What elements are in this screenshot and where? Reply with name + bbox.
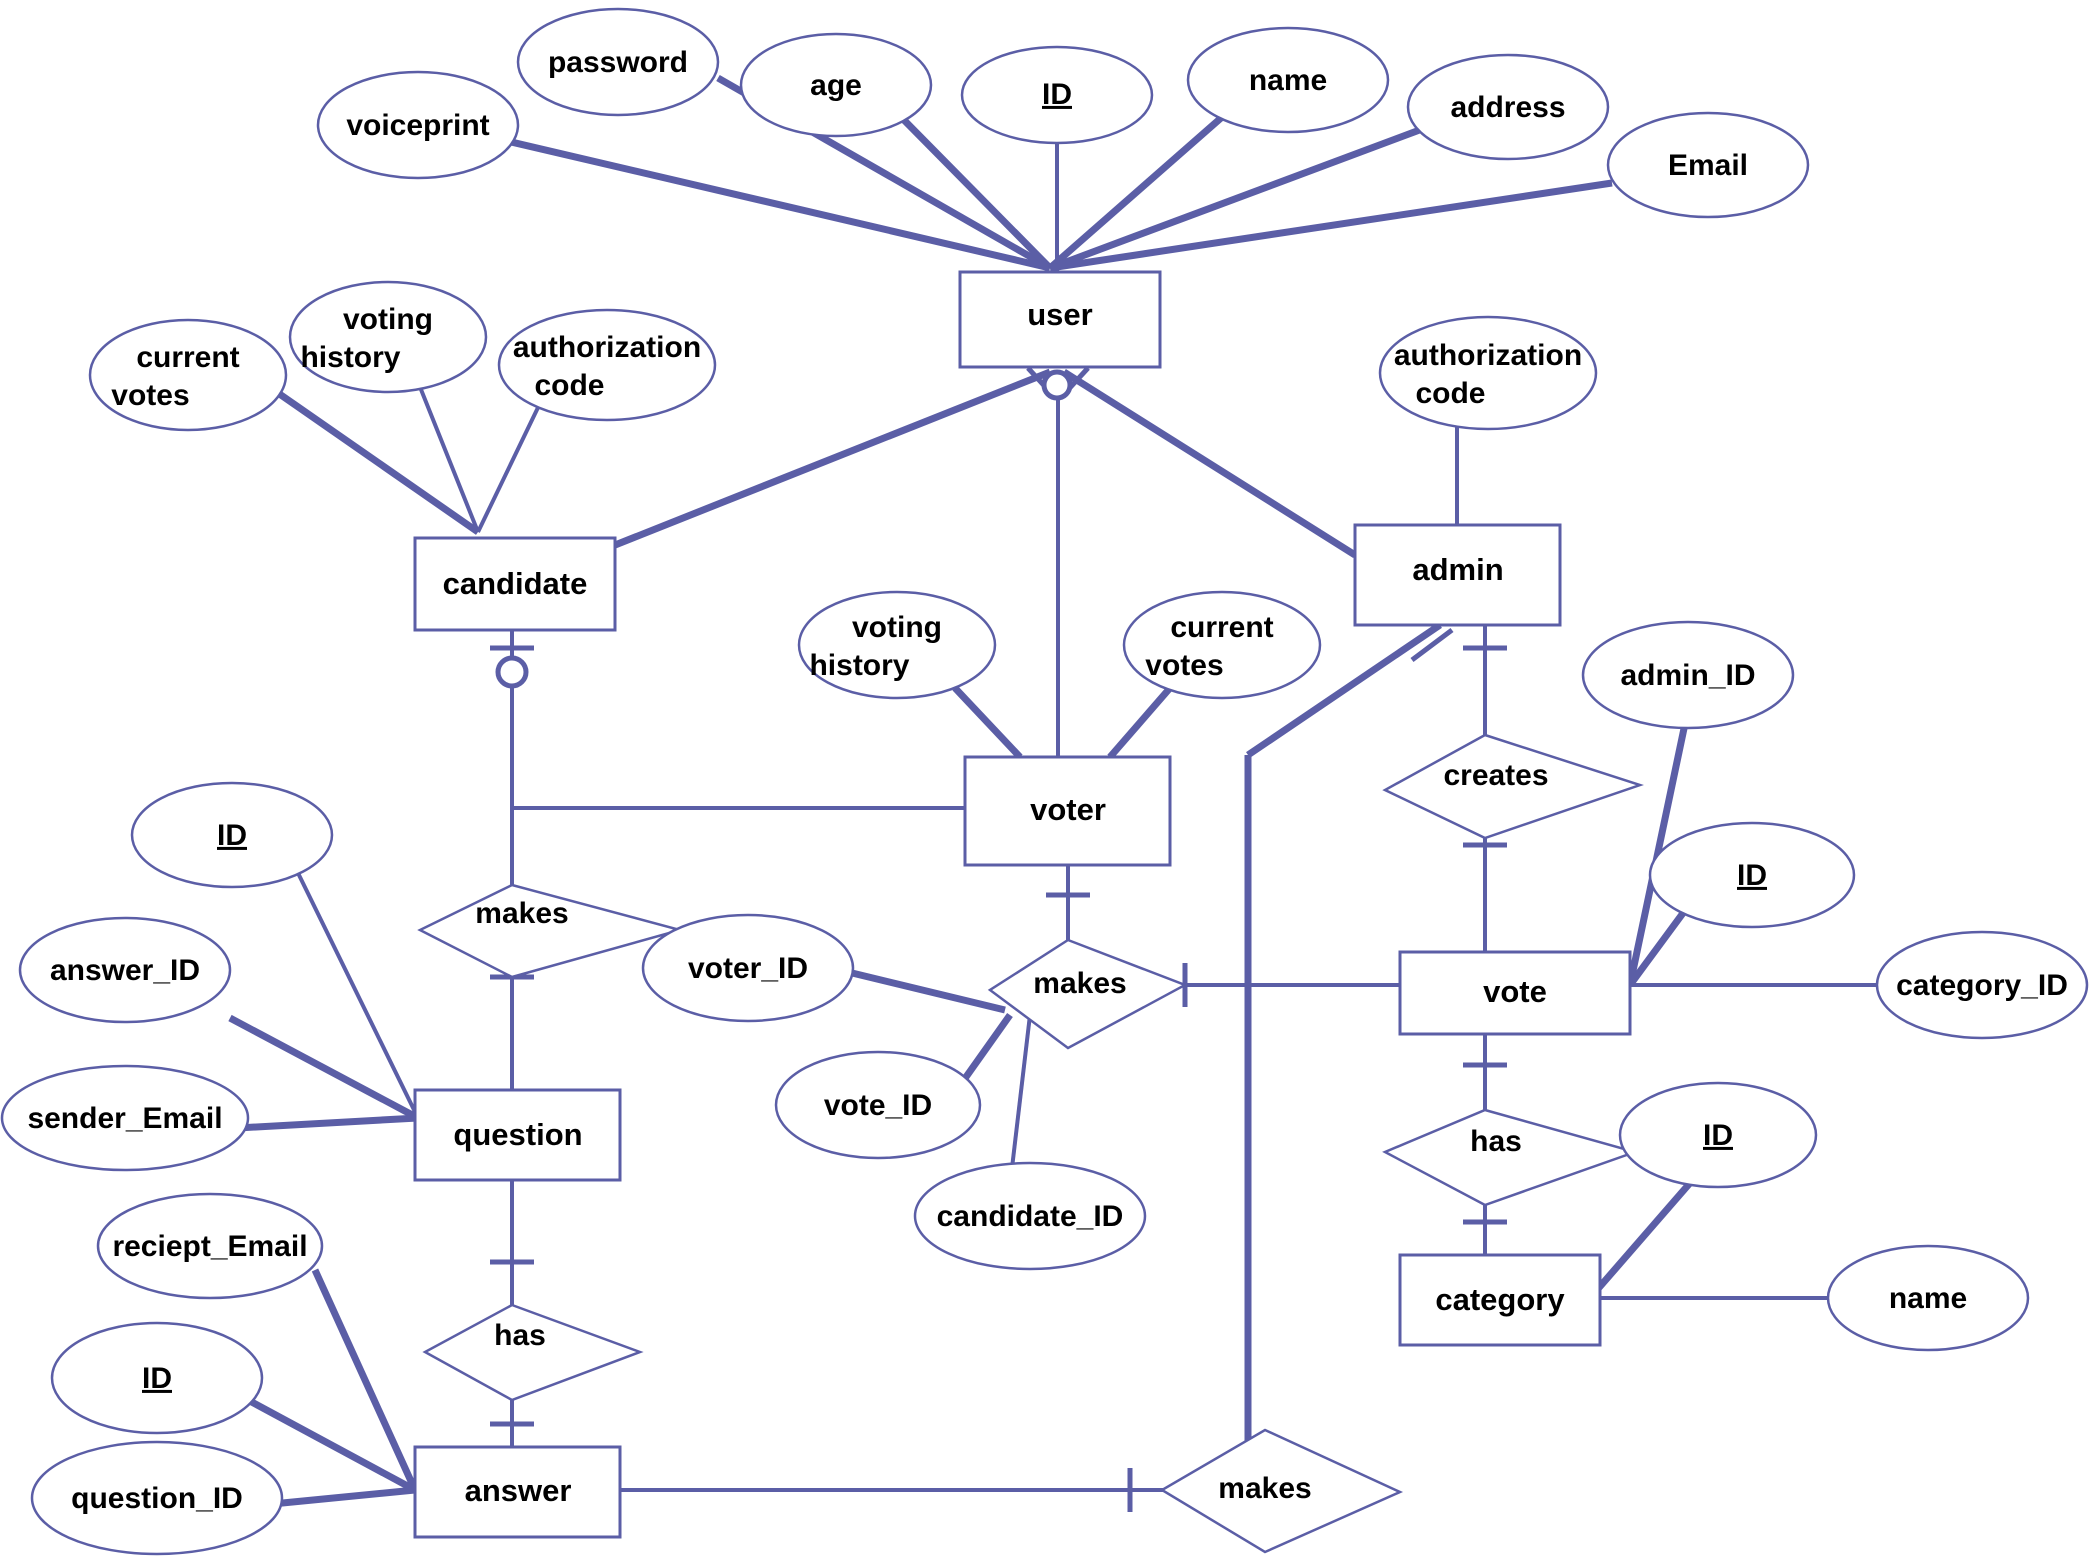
relationship-creates-label: creates: [1443, 759, 1548, 792]
attribute-makes-vote-id-label: vote_ID: [824, 1089, 932, 1122]
entity-admin-label: admin: [1412, 552, 1503, 587]
attribute-vote-category-id[interactable]: category_ID: [1875, 930, 2089, 1040]
attribute-answer-reciept-email[interactable]: reciept_Email: [96, 1192, 324, 1300]
attribute-makes-candidate-id[interactable]: candidate_ID: [913, 1161, 1147, 1271]
attribute-vote-id[interactable]: ID: [1648, 821, 1856, 929]
link-user-admin: [1062, 369, 1357, 558]
link-answer-question-id: [261, 1486, 416, 1509]
attribute-user-name-label: name: [1249, 64, 1327, 97]
attribute-user-address-label: address: [1450, 91, 1565, 124]
attribute-makes-vote-id[interactable]: vote_ID: [774, 1050, 982, 1160]
er-diagram-svg: user candidate voter admin question answ: [0, 7, 2089, 1556]
attribute-user-id-label: ID: [1042, 78, 1072, 111]
attribute-vote-admin-id-label: admin_ID: [1620, 659, 1755, 692]
attribute-question-answer-id-label: answer_ID: [50, 954, 200, 987]
er-diagram-canvas: user candidate voter admin question answ: [0, 0, 2090, 1566]
entity-answer[interactable]: answer: [413, 1445, 622, 1539]
relationship-has-category[interactable]: has: [1382, 1108, 1640, 1207]
entity-user[interactable]: user: [958, 270, 1162, 369]
attribute-user-age-label: age: [810, 69, 862, 102]
attribute-candidate-current-votes[interactable]: current votes: [88, 318, 288, 432]
link-voter-current-votes: [1107, 685, 1173, 760]
link-makes-voter-id: [847, 968, 1006, 1014]
link-candidate-current-votes: [266, 383, 480, 535]
attribute-category-name[interactable]: name: [1826, 1244, 2030, 1352]
relationship-has-answer-label: has: [494, 1319, 546, 1352]
attribute-question-answer-id[interactable]: answer_ID: [18, 916, 232, 1024]
attribute-voter-current-votes[interactable]: current votes: [1122, 590, 1322, 700]
relationship-makes-question-label: makes: [475, 897, 568, 930]
entity-admin[interactable]: admin: [1353, 523, 1562, 627]
attribute-answer-id-label: ID: [142, 1362, 172, 1395]
entity-category[interactable]: category: [1398, 1253, 1602, 1347]
link-user-voiceprint: [506, 137, 1051, 272]
attribute-user-password[interactable]: password: [516, 7, 720, 117]
attribute-question-sender-email[interactable]: sender_Email: [0, 1064, 250, 1172]
link-voter-voting-history: [952, 685, 1023, 760]
link-question-answer-id: [228, 1014, 420, 1122]
attribute-category-name-label: name: [1889, 1282, 1967, 1315]
attribute-question-sender-email-label: sender_Email: [27, 1102, 222, 1135]
entity-question-label: question: [453, 1117, 582, 1152]
relationship-creates[interactable]: creates: [1382, 733, 1644, 840]
entity-voter-label: voter: [1030, 792, 1106, 827]
attribute-question-id[interactable]: ID: [130, 781, 334, 889]
card-user-circle: [1041, 369, 1073, 401]
entity-answer-label: answer: [465, 1473, 572, 1508]
attribute-question-id-label: ID: [217, 819, 247, 852]
entity-category-label: category: [1435, 1282, 1565, 1317]
link-question-sender-email: [237, 1114, 419, 1132]
attribute-category-id[interactable]: ID: [1618, 1081, 1818, 1189]
entity-vote-label: vote: [1483, 974, 1547, 1009]
card-candidate-circle: [495, 655, 529, 689]
entity-question[interactable]: question: [413, 1088, 622, 1182]
relationship-makes-answer-label: makes: [1218, 1472, 1311, 1505]
entity-candidate[interactable]: candidate: [413, 536, 617, 632]
attribute-user-voiceprint[interactable]: voiceprint: [316, 70, 520, 180]
entity-candidate-label: candidate: [443, 566, 588, 601]
link-makes-candidate-id: [1008, 1014, 1032, 1186]
entity-vote[interactable]: vote: [1398, 950, 1632, 1036]
attribute-admin-auth-code[interactable]: authorization code: [1378, 315, 1598, 431]
link-answer-reciept-email: [311, 1268, 419, 1492]
attribute-vote-category-id-label: category_ID: [1896, 969, 2068, 1002]
attribute-candidate-auth-code[interactable]: authorization code: [497, 308, 717, 422]
attribute-answer-reciept-email-label: reciept_Email: [112, 1230, 307, 1263]
attribute-user-address[interactable]: address: [1406, 53, 1610, 161]
relationship-makes-vote-label: makes: [1033, 967, 1126, 1000]
attribute-user-id[interactable]: ID: [960, 45, 1154, 145]
attribute-user-name[interactable]: name: [1186, 26, 1390, 134]
attribute-vote-id-label: ID: [1737, 859, 1767, 892]
attribute-user-voiceprint-label: voiceprint: [346, 109, 489, 142]
attribute-candidate-voting-history[interactable]: voting history: [288, 280, 488, 394]
attribute-makes-candidate-id-label: candidate_ID: [937, 1200, 1124, 1233]
link-question-id: [296, 872, 420, 1119]
attribute-user-age[interactable]: age: [739, 32, 933, 138]
link-candidate-auth-code: [476, 392, 547, 533]
attribute-answer-question-id-label: question_ID: [71, 1482, 243, 1515]
entity-voter[interactable]: voter: [963, 755, 1172, 867]
attribute-makes-voter-id-label: voter_ID: [688, 952, 808, 985]
entity-user-label: user: [1027, 297, 1092, 332]
attribute-user-password-label: password: [548, 46, 688, 79]
attribute-voter-voting-history[interactable]: voting history: [797, 590, 997, 700]
link-user-address: [1048, 121, 1435, 272]
relationship-has-category-label: has: [1470, 1125, 1522, 1158]
attribute-answer-id[interactable]: ID: [50, 1321, 264, 1435]
attribute-user-email-label: Email: [1668, 149, 1748, 182]
relationship-makes-answer[interactable]: makes: [1159, 1428, 1404, 1554]
attribute-makes-voter-id[interactable]: voter_ID: [641, 913, 855, 1023]
attribute-vote-admin-id[interactable]: admin_ID: [1581, 620, 1795, 730]
attribute-category-id-label: ID: [1703, 1119, 1733, 1152]
attribute-user-email[interactable]: Email: [1606, 111, 1810, 219]
relationship-makes-question[interactable]: makes: [417, 883, 685, 979]
relationship-makes-vote[interactable]: makes: [987, 938, 1188, 1050]
attribute-answer-question-id[interactable]: question_ID: [30, 1440, 284, 1556]
relationship-has-answer[interactable]: has: [422, 1303, 644, 1402]
